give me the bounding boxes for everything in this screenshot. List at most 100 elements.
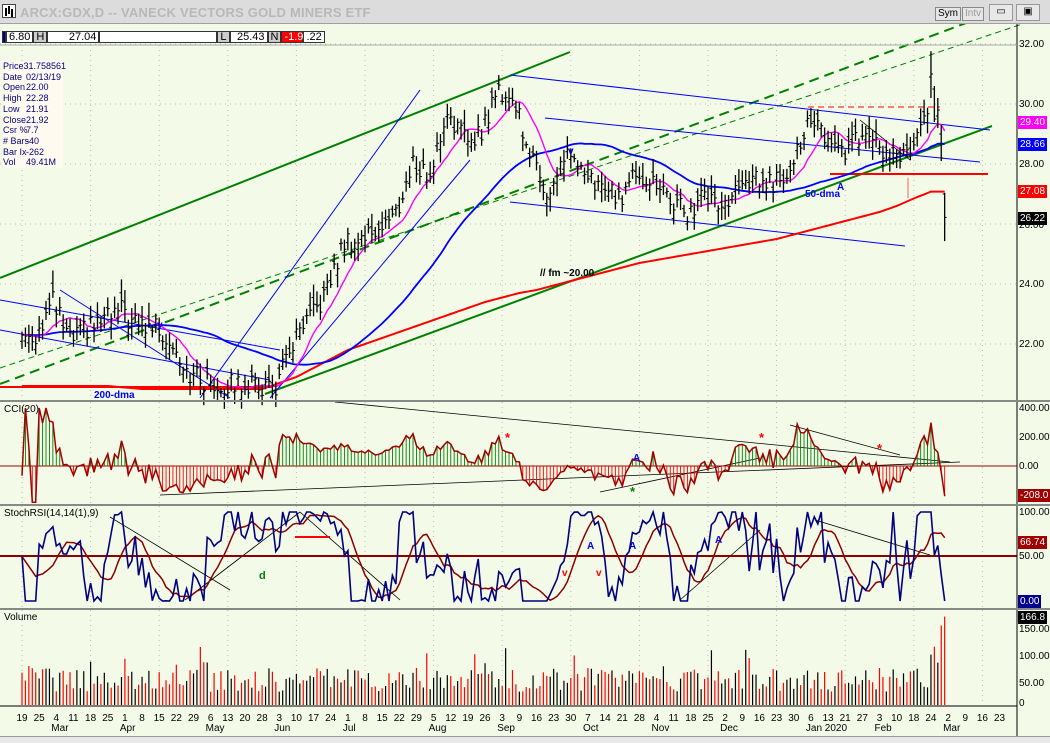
date-tick-label: 15 [376,713,388,724]
stoch-tick: 100.00 [1019,507,1050,518]
stochrsi-pane [0,509,1017,605]
horizontal-scrollbar[interactable] [0,736,1050,743]
month-label: Aug [428,723,447,734]
month-label: Nov [651,723,670,734]
trendlines [0,3,1041,601]
info-row: Bar Ix -262 [3,147,63,158]
date-tick-label: 22 [393,713,405,724]
high-value: 27.04 [47,31,100,43]
volume-tick: 100.00 [1019,651,1050,662]
month-label: Jan 2020 [805,723,848,734]
chart-app-icon [2,4,16,18]
info-row: High 22.28 [3,93,63,104]
date-tick-label: 14 [599,713,611,724]
cci-tick: 400.00 [1019,403,1050,414]
stoch-signal-line [21,514,946,602]
volume-tick: 0 [1019,698,1025,709]
window-title: ARCX:GDX,D -- VANECK VECTORS GOLD MINERS… [20,5,371,20]
ma200-last-label: 27.08 [1018,185,1048,198]
black-trendline [859,119,911,161]
date-tick-label: 30 [788,713,800,724]
date-tick-label: 17 [307,713,320,724]
info-value: 49.41M [26,157,57,168]
date-tick-label: 30 [565,713,577,724]
month-label: Sep [497,723,515,734]
info-value: 22.00 [26,82,49,93]
date-tick-label: 23 [993,713,1006,724]
date-tick-label: 11 [668,713,679,724]
minimize-button[interactable]: ▭ [989,4,1013,21]
cci-tick: 0.00 [1019,461,1039,472]
blue-trendline [199,89,421,399]
date-tick-label: 16 [530,713,543,724]
fm-target-annotation: // fm ~20.00 [540,268,595,279]
info-value: 21.92 [26,114,49,125]
upper-channel-line [0,51,571,279]
info-key: # Bars [3,135,30,146]
blue-trendline [269,159,471,399]
a-marker: A [629,541,637,552]
date-tick-label: 29 [410,713,422,724]
high-label: H [33,31,48,43]
info-row: Low 21.91 [3,104,63,115]
pane-frames [0,24,1050,736]
date-tick-label: 18 [85,713,97,724]
close-value: .22 [303,31,325,43]
stoch-tick: 50.00 [1019,551,1045,562]
info-row: Open 22.00 [3,82,63,93]
v-marker: v [568,146,574,157]
price-chart[interactable] [0,0,1050,743]
v-marker: v [157,320,163,331]
cci-trendline [159,461,961,496]
cci-trendline [334,401,951,463]
volume-tick: 150.00 [1019,624,1050,635]
info-key: Vol [3,157,16,168]
star-marker: * [759,430,765,445]
ma50-line [22,142,945,366]
info-key: Bar Ix [3,146,27,157]
price-tick: 28.00 [1019,159,1045,170]
volume-pane [21,616,946,705]
month-label: Feb [874,723,892,734]
stoch-signal-last-label: 66.74 [1018,536,1048,549]
date-tick-label: 20 [239,713,251,724]
star-marker: * [505,430,511,445]
price-tick: 30.00 [1019,99,1045,110]
low-label: L [217,31,230,43]
month-label: Apr [119,723,136,734]
ma200-annotation: 200-dma [94,390,135,401]
quote-bar: 6.80 H 27.04 L 25.43 N -1.93 .22 [2,31,325,43]
info-value: 21.91 [26,103,49,114]
date-tick-label: 8 [139,713,145,724]
a-marker: A [587,541,595,552]
d-marker: d [259,570,266,582]
restore-button[interactable]: ▣ [1016,4,1040,21]
window-titlebar: ARCX:GDX,D -- VANECK VECTORS GOLD MINERS… [0,0,1050,24]
info-row: Price 31.758561 [3,61,66,72]
date-tick-label: 27 [856,713,868,724]
intv-button[interactable]: Intv [962,7,985,21]
date-tick-label: 25 [702,713,714,724]
sym-button[interactable]: Sym [935,7,961,21]
info-key: Open [3,82,26,93]
date-tick-label: 22 [170,713,182,724]
info-key: Low [3,103,20,114]
volume-tick: 50.00 [1019,678,1045,689]
date-tick-label: 25 [33,713,45,724]
cci-pane [0,407,1017,504]
info-value: -40 [26,135,40,146]
month-label: Mar [943,723,961,734]
date-tick-label: 25 [102,713,114,724]
low-value: 25.43 [229,31,268,43]
star-marker: * [630,484,636,499]
date-tick-label: 10 [891,713,903,724]
info-row: # Bars -40 [3,136,63,147]
info-row: Csr % 7.7 [3,125,63,136]
cci-line [21,407,946,504]
month-label: Jul [342,723,356,734]
blue-trendline [544,117,981,163]
date-tick-label: 9 [962,713,969,724]
stoch-trendline [814,519,931,556]
info-key: High [3,93,22,104]
info-key: Close [3,114,27,125]
